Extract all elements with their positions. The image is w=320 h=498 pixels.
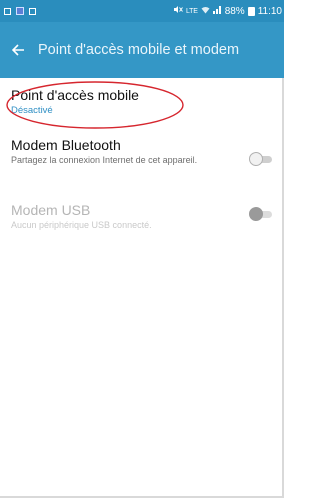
status-bar: LTE 88% 11:10 (0, 0, 284, 22)
page-title: Point d'accès mobile et modem (38, 42, 240, 58)
battery-percent: 88% (224, 5, 245, 17)
item-title: Modem Bluetooth (11, 137, 121, 153)
battery-icon (247, 6, 255, 16)
status-right-icons: LTE 88% 11:10 (173, 5, 282, 17)
phone-screen: LTE 88% 11:10 Point d'accès mobile et mo… (0, 0, 284, 498)
usb-toggle[interactable] (249, 207, 273, 221)
item-description: Partagez la connexion Internet de cet ap… (11, 155, 198, 165)
status-left-icons (4, 7, 36, 15)
mute-icon (173, 5, 183, 17)
notification-p-icon (16, 7, 24, 15)
gallery-icon (4, 7, 11, 15)
annotation-ellipse (6, 81, 184, 129)
toggle-knob (249, 207, 263, 221)
sim-icon (29, 7, 36, 15)
item-description: Aucun périphérique USB connecté. (11, 220, 152, 230)
signal-icon (212, 5, 222, 17)
status-time: 11:10 (257, 5, 282, 17)
usb-tethering-item[interactable]: Modem USB Aucun périphérique USB connect… (0, 200, 282, 248)
back-arrow-icon[interactable] (10, 42, 26, 58)
wifi-icon (201, 6, 210, 17)
bluetooth-tethering-item[interactable]: Modem Bluetooth Partagez la connexion In… (0, 130, 282, 200)
bluetooth-toggle[interactable] (249, 152, 273, 166)
item-title: Modem USB (11, 202, 91, 218)
app-bar: Point d'accès mobile et modem (0, 22, 284, 78)
toggle-knob (249, 152, 263, 166)
network-type: LTE (185, 7, 198, 15)
